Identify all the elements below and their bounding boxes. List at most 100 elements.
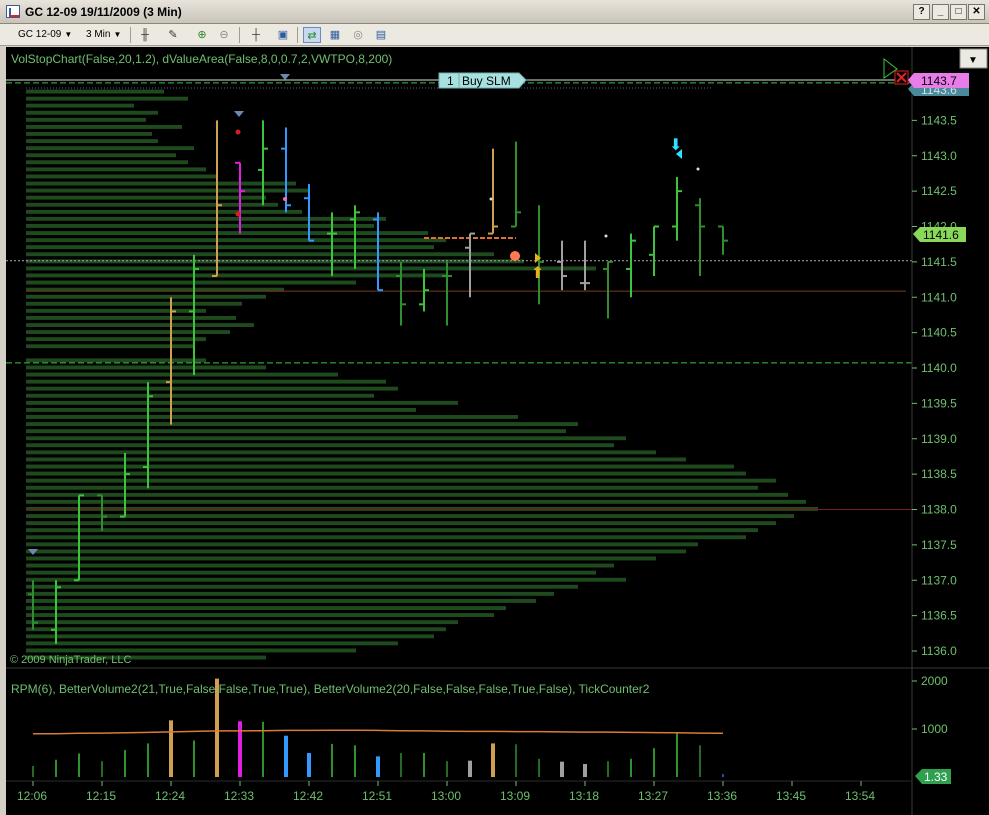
signal-markers: ⬆⬇ — [28, 74, 700, 555]
scroll-down-icon[interactable]: ▼ — [968, 55, 978, 66]
instrument-selector[interactable]: GC 12-09 ▼ — [14, 27, 76, 43]
price-tick-label: 1140.5 — [921, 326, 957, 340]
profile-row — [26, 266, 596, 271]
zoom-in-icon[interactable]: ⊕ — [193, 27, 211, 43]
time-tick-label: 13:27 — [638, 789, 668, 803]
price-bar — [511, 141, 521, 228]
volume-bar — [676, 732, 678, 777]
bar-style-icon[interactable]: ╫ — [136, 27, 154, 43]
entry-dot — [510, 251, 520, 261]
price-tick-label: 1136.0 — [921, 644, 957, 658]
profile-row — [26, 570, 596, 575]
crosshair-icon[interactable]: ┼ — [247, 27, 265, 43]
order-tag[interactable]: 1 Buy SLM — [438, 72, 527, 89]
signal-dot — [283, 197, 287, 201]
interval-selector[interactable]: 3 Min ▼ — [82, 27, 125, 43]
time-tick-label: 13:45 — [776, 789, 806, 803]
data-box-icon[interactable]: ▤ — [372, 27, 390, 43]
price-bar — [649, 225, 659, 277]
price-tick-label: 1143.5 — [921, 113, 957, 127]
volume-bar — [147, 743, 149, 777]
profile-row — [26, 139, 158, 143]
time-tick-label: 13:00 — [431, 789, 461, 803]
volume-bar — [653, 748, 655, 777]
profile-row — [26, 556, 656, 561]
profile-row — [26, 308, 206, 313]
profile-row — [26, 280, 356, 285]
profile-row — [26, 125, 182, 129]
indicator-label: VolStopChart(False,20,1.2), dValueArea(F… — [11, 52, 392, 66]
close-button[interactable]: ✕ — [968, 4, 985, 20]
price-bar — [396, 261, 406, 326]
profile-row — [26, 613, 494, 617]
time-axis: 12:06 12:15 12:24 12:33 12:42 12:51 13:00 13:09… — [17, 781, 875, 803]
draw-tools-icon[interactable]: ✎ — [164, 27, 182, 43]
chart-panel[interactable]: ⬆⬇ 1144.01143.51143.01142.51142.01141.51… — [6, 47, 989, 815]
indicators-icon[interactable]: ▦ — [326, 27, 344, 43]
volume-bar — [699, 745, 701, 777]
profile-row — [26, 195, 266, 200]
svg-text:1141.6: 1141.6 — [923, 228, 959, 242]
price-bar — [626, 233, 636, 298]
price-bar — [603, 260, 613, 319]
profile-row — [26, 620, 458, 625]
zoom-out-icon[interactable]: ⊖ — [215, 27, 233, 43]
down-triangle-marker — [280, 74, 290, 80]
profile-row — [26, 478, 776, 483]
volume-bar — [78, 753, 80, 777]
profile-row — [26, 393, 374, 398]
strategies-icon[interactable]: ◎ — [349, 27, 367, 43]
svg-text:1143.7: 1143.7 — [921, 74, 957, 88]
profile-row — [26, 224, 374, 228]
maximize-button[interactable]: □ — [950, 4, 967, 20]
volume-bar — [307, 753, 311, 777]
signal-dot — [696, 167, 700, 171]
volume-bar — [101, 761, 103, 777]
time-tick-label: 12:51 — [362, 789, 392, 803]
volume-bar — [722, 774, 724, 777]
minimize-button[interactable]: _ — [932, 4, 949, 20]
window-title: GC 12-09 19/11/2009 (3 Min) — [25, 5, 182, 19]
properties-icon[interactable]: ▣ — [274, 27, 292, 43]
down-triangle-marker — [234, 111, 244, 117]
price-bar — [373, 212, 383, 292]
chart-trader-icon[interactable]: ⇄ — [303, 27, 321, 43]
chevron-down-icon: ▼ — [64, 30, 73, 39]
volume-bar — [446, 761, 448, 777]
profile-row — [26, 379, 386, 384]
volume-bar — [124, 750, 126, 777]
profile-row — [26, 521, 776, 526]
volume-bar — [515, 744, 517, 777]
profile-row — [26, 415, 518, 419]
price-bar — [672, 176, 682, 241]
profile-row — [26, 103, 134, 108]
volume-bar — [630, 758, 632, 777]
help-button[interactable]: ? — [913, 4, 930, 20]
stop-dot — [235, 129, 241, 135]
price-axis: 1144.01143.51143.01142.51142.01141.51141… — [912, 78, 957, 658]
time-tick-label: 12:24 — [155, 789, 185, 803]
volume-bar — [55, 759, 57, 777]
volume-tick-label: 2000 — [921, 674, 948, 688]
profile-row — [26, 408, 416, 412]
profile-row — [26, 535, 746, 540]
profile-row — [26, 492, 788, 497]
profile-row — [26, 96, 188, 101]
profile-row — [26, 528, 758, 533]
lower-last-badge: 1.33 — [915, 769, 951, 784]
volume-bar — [583, 764, 587, 777]
interval-label: 3 Min — [86, 29, 111, 40]
profile-row — [26, 174, 218, 179]
copyright-text: © 2009 NinjaTrader, LLC — [10, 654, 131, 666]
profile-row — [26, 259, 524, 264]
svg-text:1.33: 1.33 — [924, 770, 948, 784]
value-area-profile — [26, 89, 818, 660]
price-chart[interactable]: ⬆⬇ 1144.01143.51143.01142.51142.01141.51… — [6, 47, 989, 815]
profile-row — [26, 365, 266, 370]
volume-bar — [169, 720, 173, 777]
chevron-down-icon: ▼ — [113, 30, 122, 39]
profile-row — [26, 294, 266, 299]
price-tick-label: 1137.5 — [921, 538, 957, 552]
price-tick-label: 1140.0 — [921, 361, 957, 375]
profile-row — [26, 358, 206, 363]
